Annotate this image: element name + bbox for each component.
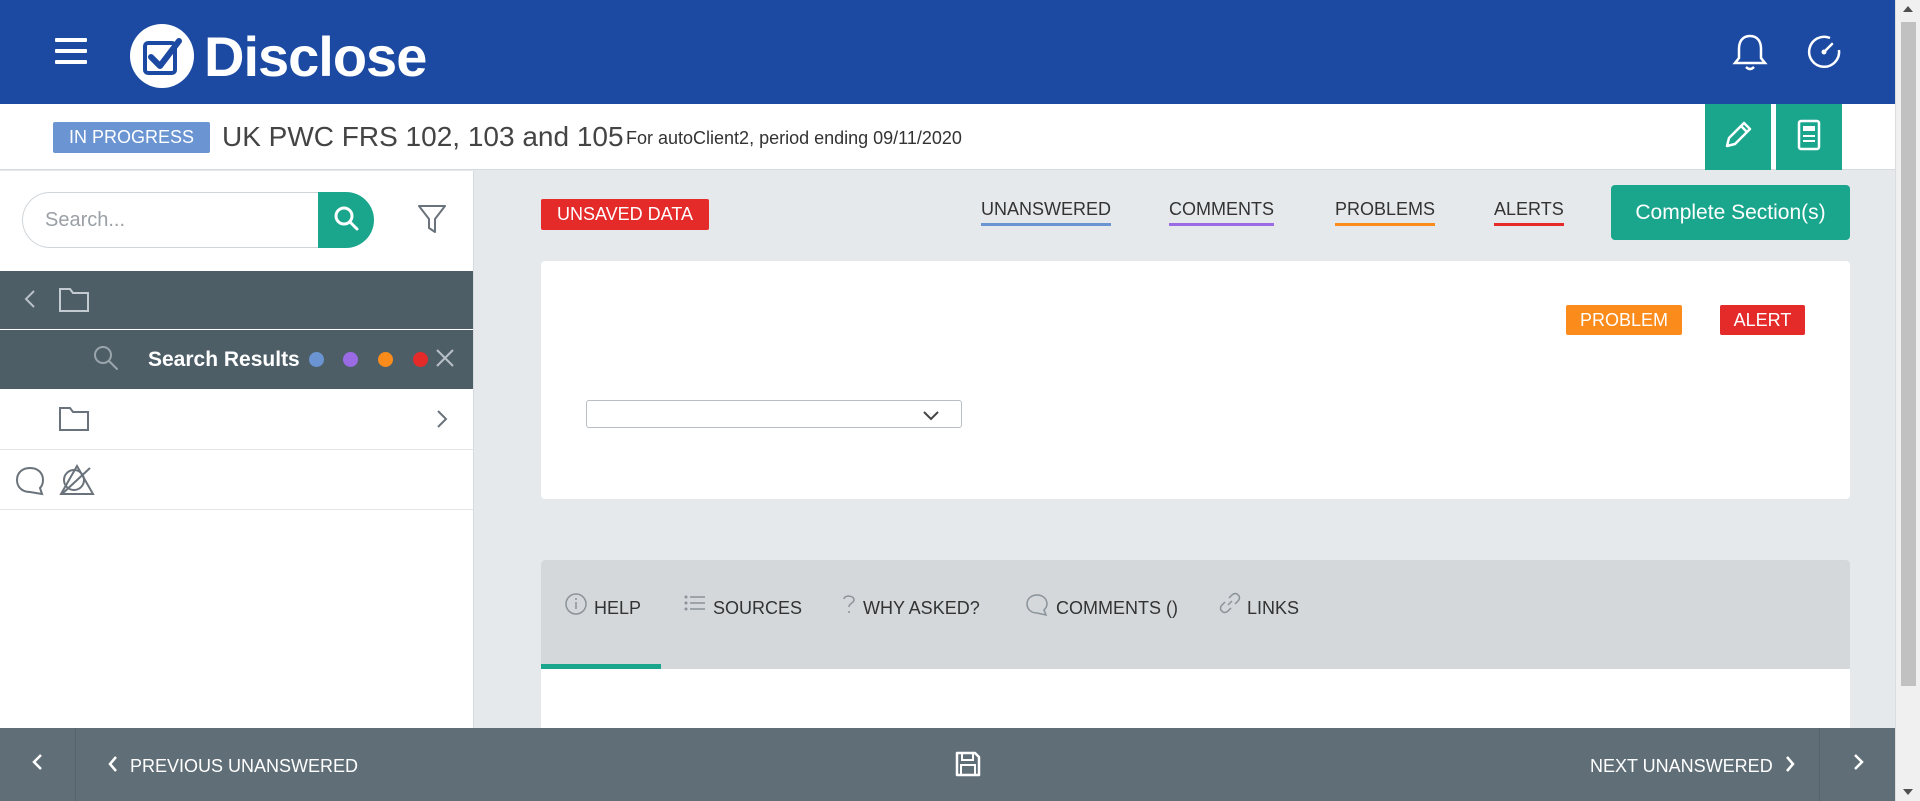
scroll-down-arrow[interactable] xyxy=(1903,789,1913,795)
filter-icon[interactable] xyxy=(416,201,448,237)
tab-links[interactable]: LINKS xyxy=(1219,592,1300,628)
page-subtitle: For autoClient2, period ending 09/11/202… xyxy=(626,128,962,148)
tabs-bar: HELP SOURCES WHY ASKED? COMMENTS () LINK… xyxy=(541,560,1850,669)
hamburger-icon[interactable] xyxy=(55,38,87,64)
collapse-right-button[interactable] xyxy=(1819,728,1895,801)
tab-label: LINKS xyxy=(1247,598,1300,618)
tab-label: COMMENTS () xyxy=(1056,598,1178,618)
search-results-label: Search Results xyxy=(148,348,300,371)
chevron-right-icon xyxy=(1783,754,1797,779)
previous-unanswered-label: PREVIOUS UNANSWERED xyxy=(130,756,359,776)
next-unanswered-button[interactable]: NEXT UNANSWERED xyxy=(1590,754,1797,779)
chevron-left-icon xyxy=(106,754,120,779)
checkbox-logo-icon xyxy=(130,24,194,88)
app-name: Disclose xyxy=(204,24,427,88)
complete-sections-button[interactable]: Complete Section(s) xyxy=(1611,185,1850,240)
left-panel: Search Results xyxy=(0,171,474,728)
filter-link-unanswered[interactable]: UNANSWERED xyxy=(981,199,1112,226)
comment-icon xyxy=(14,465,46,502)
tab-why-asked[interactable]: WHY ASKED? xyxy=(841,595,980,628)
alerts-filter-dot[interactable] xyxy=(413,352,428,367)
active-tab-indicator xyxy=(541,664,661,669)
bottom-bar: PREVIOUS UNANSWERED NEXT UNANSWERED xyxy=(0,728,1895,801)
search-input[interactable] xyxy=(22,192,322,248)
question-card: PROBLEM ALERT xyxy=(541,261,1850,499)
problems-filter-dot[interactable] xyxy=(378,352,393,367)
alert-badge[interactable]: ALERT xyxy=(1720,305,1805,335)
tab-comments[interactable]: COMMENTS () xyxy=(1024,594,1178,628)
no-alert-icon xyxy=(58,462,96,503)
info-icon xyxy=(564,592,588,621)
tab-sources[interactable]: SOURCES xyxy=(683,595,803,628)
previous-unanswered-button[interactable]: PREVIOUS UNANSWERED xyxy=(106,754,358,779)
help-tabs-panel: HELP SOURCES WHY ASKED? COMMENTS () LINK… xyxy=(541,560,1850,728)
scroll-up-arrow[interactable] xyxy=(1903,6,1913,12)
filter-link-problems[interactable]: PROBLEMS xyxy=(1335,199,1436,226)
chevron-left-icon[interactable] xyxy=(20,287,40,316)
filter-link-comments[interactable]: COMMENTS xyxy=(1169,199,1274,226)
tab-label: WHY ASKED? xyxy=(863,598,980,618)
app-logo[interactable]: Disclose xyxy=(130,24,427,88)
comment-icon xyxy=(1024,592,1050,623)
tab-label: HELP xyxy=(594,598,642,618)
pencil-icon xyxy=(1721,118,1755,157)
next-unanswered-label: NEXT UNANSWERED xyxy=(1590,756,1773,776)
folder-row[interactable] xyxy=(0,389,473,450)
scroll-thumb[interactable] xyxy=(1901,22,1916,686)
save-icon[interactable] xyxy=(954,750,982,778)
document-icon xyxy=(1792,118,1826,157)
question-icon xyxy=(841,592,857,621)
search-results-row: Search Results xyxy=(0,330,473,389)
report-button[interactable] xyxy=(1776,104,1842,170)
tab-help[interactable]: HELP xyxy=(564,593,642,628)
search-icon xyxy=(332,204,360,237)
tab-label: SOURCES xyxy=(713,598,803,618)
unanswered-filter-dot[interactable] xyxy=(309,352,324,367)
search-button[interactable] xyxy=(318,192,374,248)
header-bar: IN PROGRESS UK PWC FRS 102, 103 and 105 … xyxy=(0,104,1895,170)
top-bar: Disclose xyxy=(0,0,1895,104)
answer-select[interactable] xyxy=(586,400,962,428)
folder-icon xyxy=(58,284,90,319)
edit-button[interactable] xyxy=(1705,104,1771,170)
chevron-left-icon xyxy=(28,750,48,779)
list-icon xyxy=(683,592,707,621)
page-scrollbar[interactable] xyxy=(1895,0,1920,801)
unsaved-data-badge: UNSAVED DATA xyxy=(541,199,710,230)
link-icon xyxy=(1219,592,1241,619)
problem-badge[interactable]: PROBLEM xyxy=(1566,305,1682,335)
folder-icon xyxy=(58,403,90,438)
chevron-down-icon xyxy=(921,409,941,428)
comments-filter-dot[interactable] xyxy=(343,352,358,367)
filter-link-alerts[interactable]: ALERTS xyxy=(1494,199,1564,226)
chevron-right-icon xyxy=(432,407,452,436)
bell-icon[interactable] xyxy=(1728,30,1772,74)
page-title: UK PWC FRS 102, 103 and 105 xyxy=(222,121,624,152)
collapse-left-button[interactable] xyxy=(0,728,76,801)
dashboard-icon[interactable] xyxy=(1802,30,1846,74)
search-box xyxy=(22,192,374,248)
folder-nav-row xyxy=(0,271,473,329)
question-row[interactable] xyxy=(0,450,473,510)
chevron-right-icon xyxy=(1848,750,1868,779)
status-badge: IN PROGRESS xyxy=(53,122,211,153)
close-icon[interactable] xyxy=(434,347,456,374)
search-icon xyxy=(92,344,120,377)
